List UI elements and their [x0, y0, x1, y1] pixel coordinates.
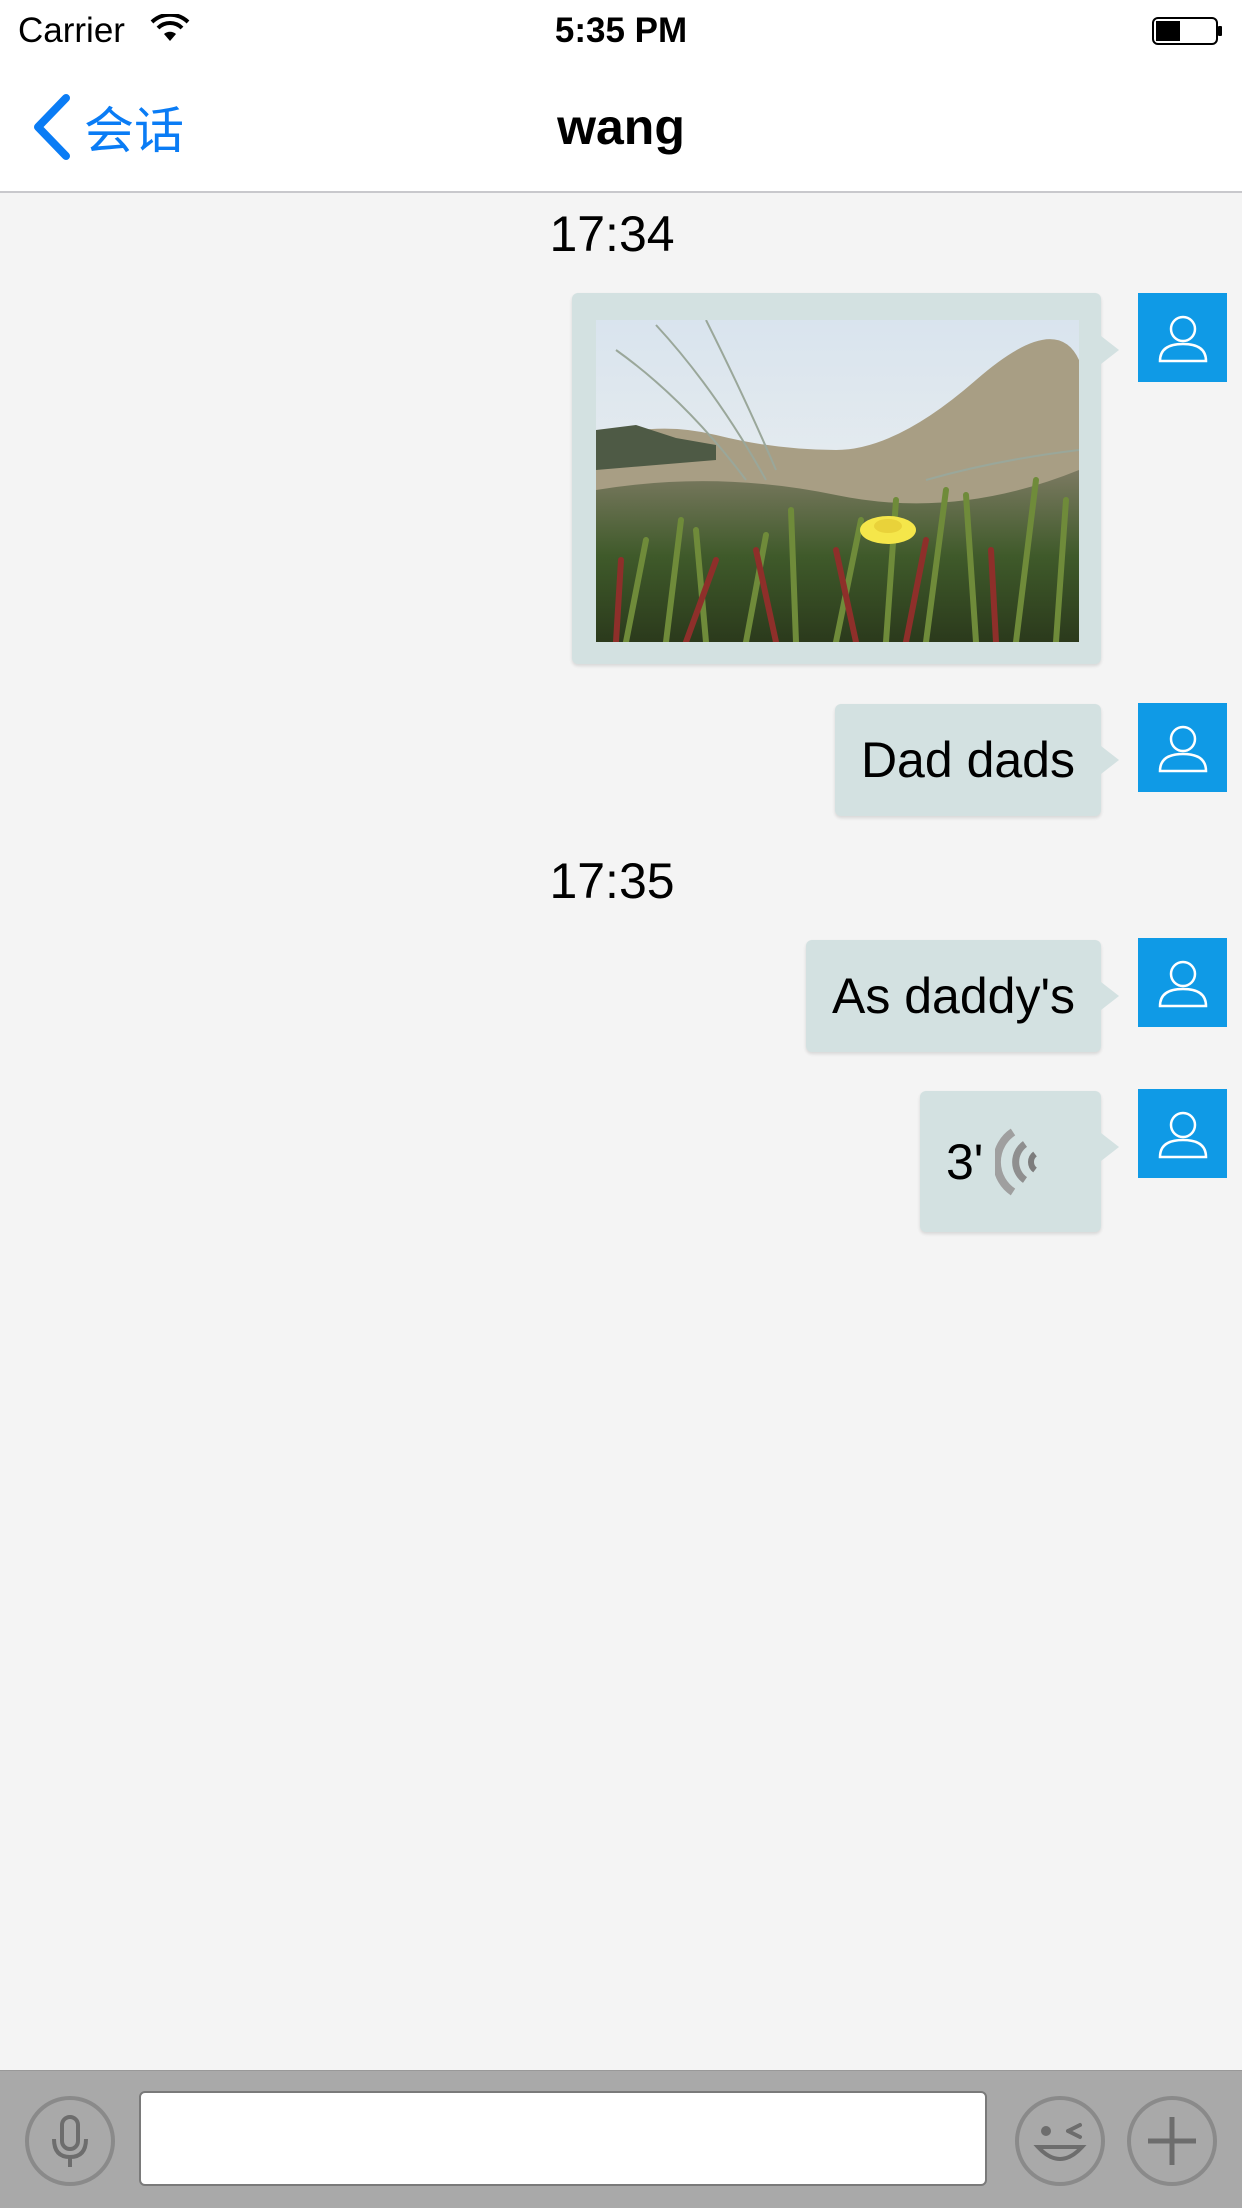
avatar[interactable] — [1138, 938, 1227, 1027]
avatar[interactable] — [1138, 1089, 1227, 1178]
avatar[interactable] — [1138, 703, 1227, 792]
photo-image — [596, 320, 1079, 642]
message-photo[interactable] — [596, 320, 1079, 642]
battery-icon — [1152, 17, 1222, 45]
microphone-icon[interactable] — [24, 2095, 116, 2187]
message-text: Dad dads — [860, 732, 1075, 788]
voice-duration: 3' — [946, 1133, 984, 1190]
voice-message-bubble[interactable]: 3' — [920, 1091, 1119, 1232]
message-input[interactable] — [139, 2091, 987, 2186]
chat-screen: Carrier 5:35 PM 会话 wang 17:34 Dad dads 1… — [0, 0, 1242, 2208]
status-time: 5:35 PM — [554, 11, 688, 50]
timestamp: 17:34 — [549, 206, 675, 262]
message-text: As daddy's — [831, 968, 1075, 1024]
image-message-bubble[interactable] — [572, 293, 1119, 664]
voice-wave-icon — [995, 1128, 1038, 1195]
text-message-bubble[interactable]: As daddy's — [805, 940, 1120, 1052]
input-bar — [0, 2070, 1242, 2208]
user-icon — [1158, 725, 1207, 772]
emoji-icon[interactable] — [1014, 2095, 1106, 2187]
message-list[interactable]: 17:34 Dad dads 17:35 As daddy's 3' — [0, 193, 1242, 2070]
status-bar: Carrier 5:35 PM — [0, 0, 1242, 62]
user-icon — [1158, 1111, 1207, 1158]
text-message-bubble[interactable]: Dad dads — [834, 704, 1120, 816]
user-icon — [1158, 315, 1207, 362]
plus-icon[interactable] — [1126, 2095, 1218, 2187]
avatar[interactable] — [1138, 293, 1227, 382]
user-icon — [1158, 960, 1207, 1007]
navigation-bar: 会话 wang — [0, 62, 1242, 193]
page-title: wang — [557, 99, 685, 155]
timestamp: 17:35 — [549, 853, 675, 909]
